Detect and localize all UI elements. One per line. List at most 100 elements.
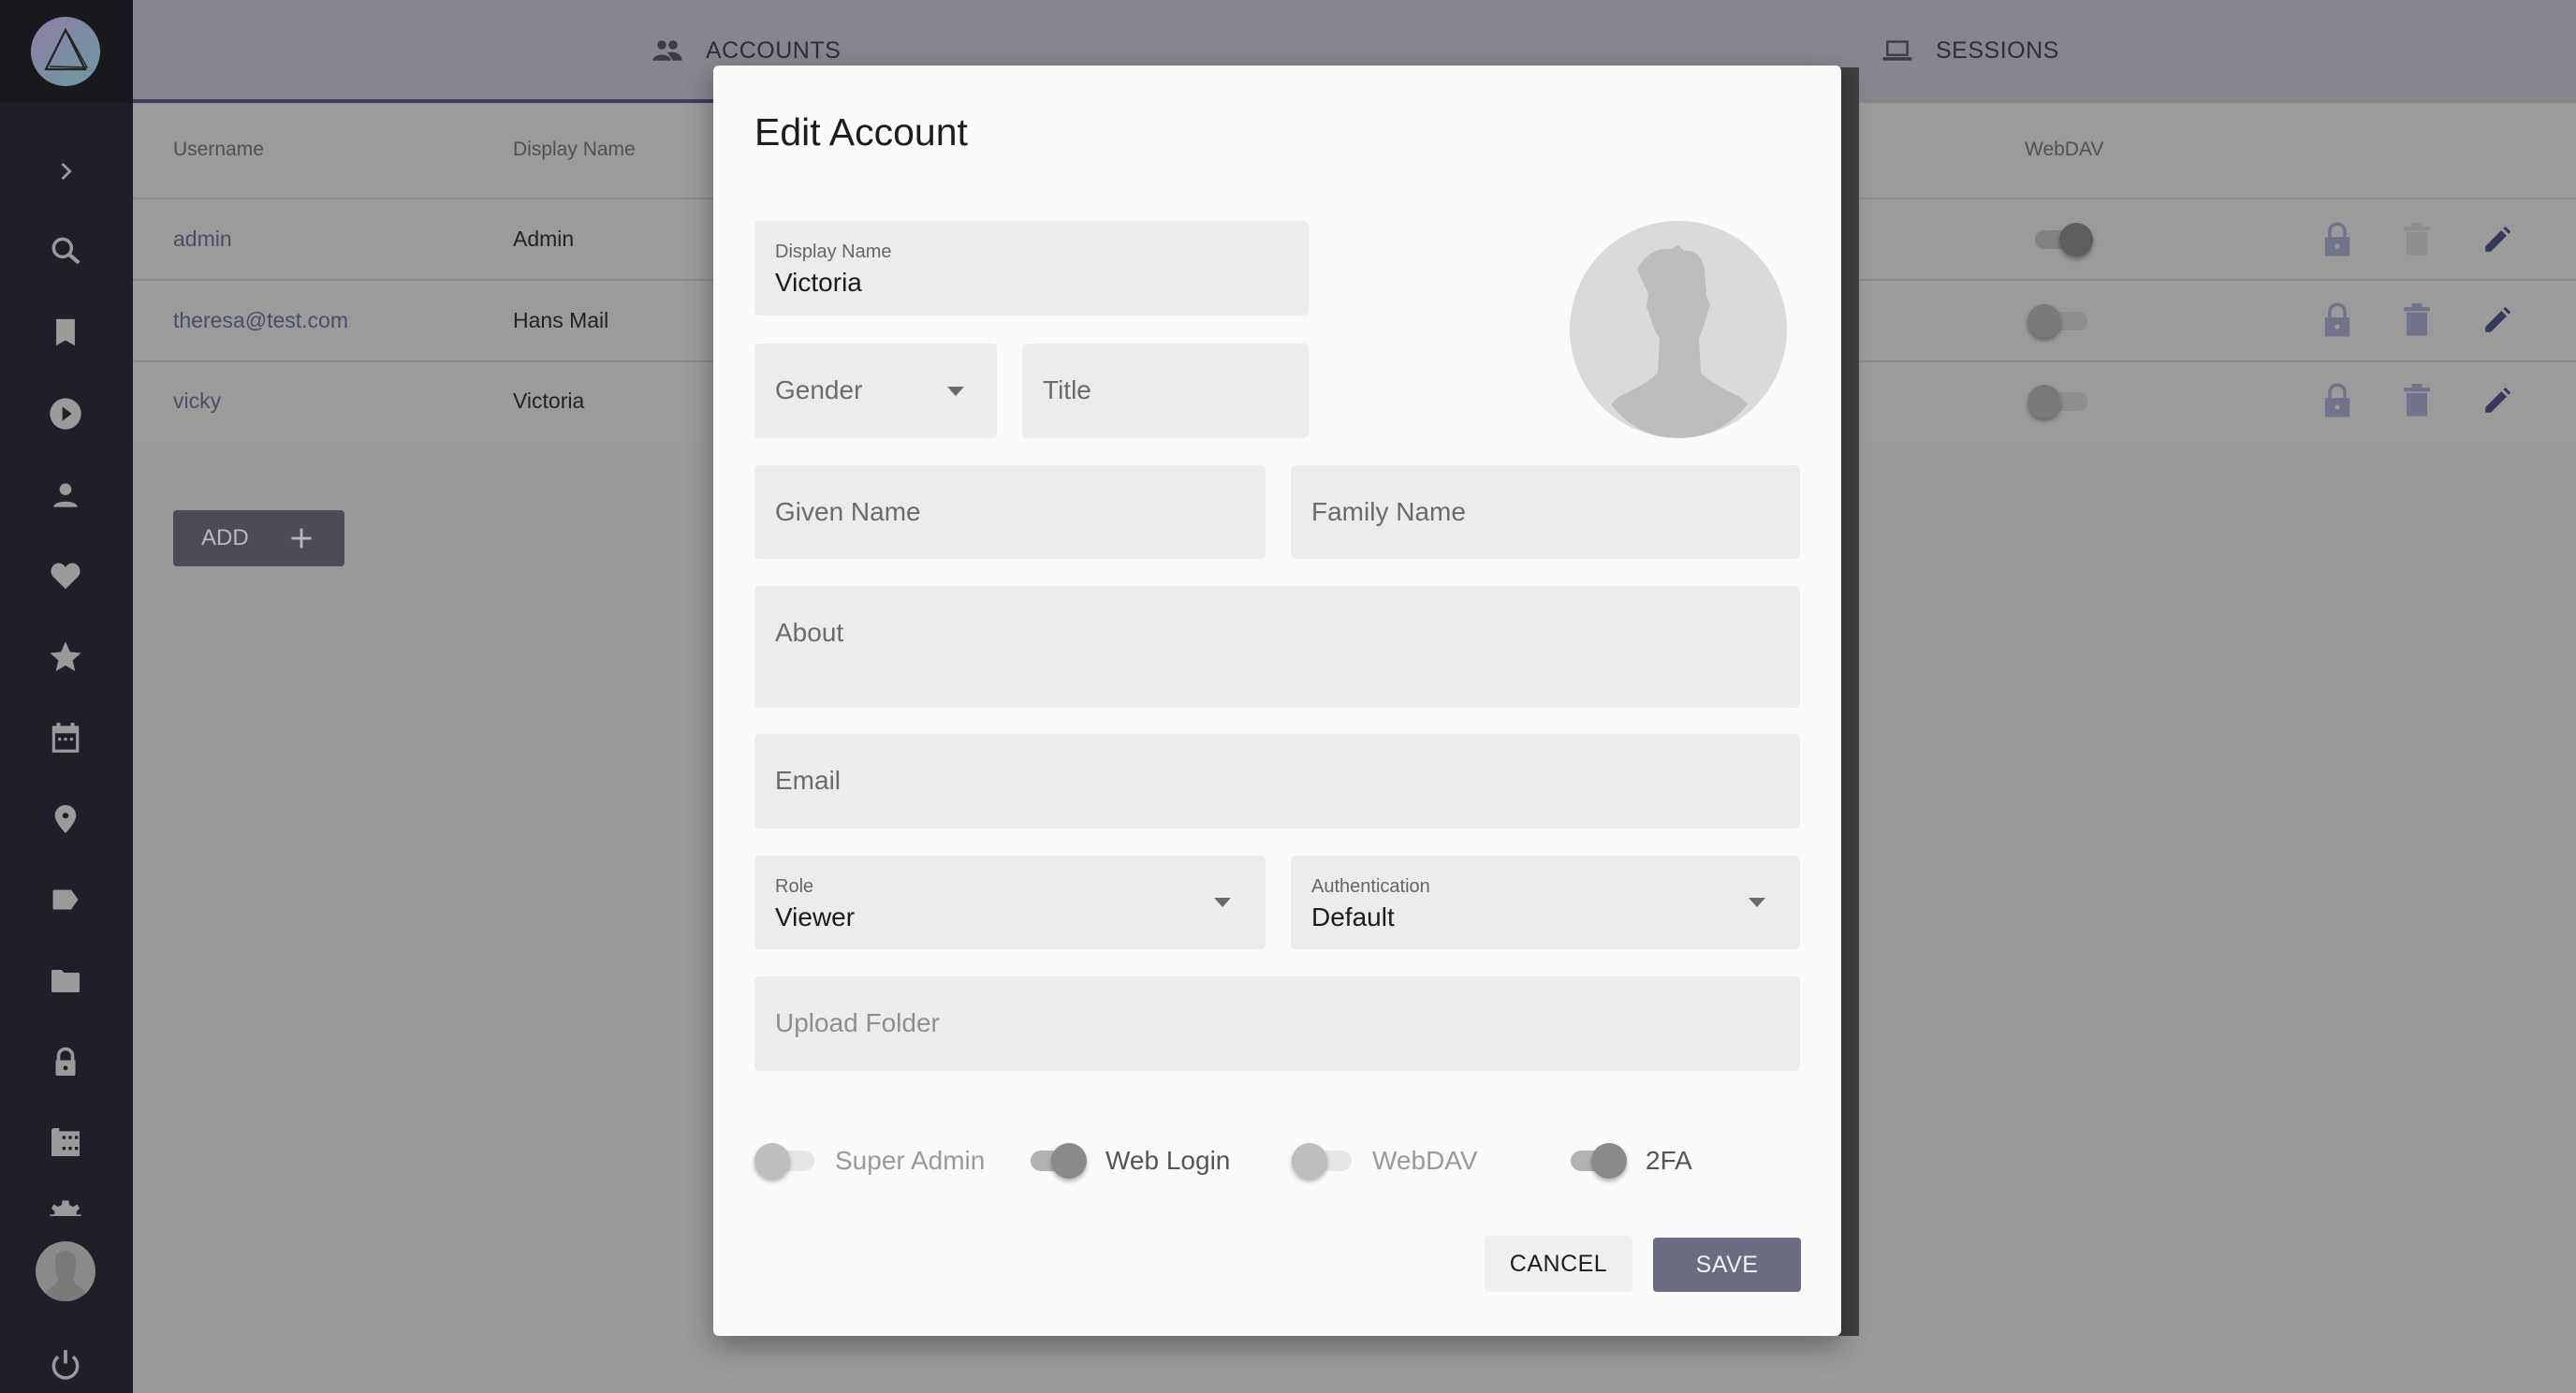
save-button[interactable]: SAVE bbox=[1653, 1238, 1801, 1292]
column-header-display-name[interactable]: Display Name bbox=[513, 139, 636, 161]
logout-button[interactable] bbox=[43, 1342, 88, 1387]
sidebar-item-folders[interactable] bbox=[43, 959, 88, 1004]
role-label: Role bbox=[775, 876, 814, 897]
table-row-display-name: Admin bbox=[513, 227, 575, 251]
given-name-field[interactable]: Given Name bbox=[754, 465, 1266, 559]
gender-select[interactable]: Gender bbox=[754, 344, 997, 438]
avatar-silhouette-icon bbox=[45, 1251, 86, 1301]
pencil-icon bbox=[2485, 306, 2511, 332]
sidebar-item-people[interactable] bbox=[43, 473, 88, 518]
dialog-title: Edit Account bbox=[754, 110, 968, 154]
expand-sidebar-button[interactable] bbox=[43, 149, 88, 194]
delete-button[interactable] bbox=[2398, 301, 2436, 339]
role-select[interactable]: Role Viewer bbox=[754, 856, 1266, 949]
star-icon bbox=[50, 641, 81, 671]
given-name-placeholder: Given Name bbox=[775, 497, 921, 526]
tab-sessions[interactable]: SESSIONS bbox=[1881, 28, 2059, 73]
table-row-username[interactable]: admin bbox=[173, 227, 232, 252]
title-field[interactable]: Title bbox=[1022, 344, 1309, 438]
webdav-switch[interactable]: WebDAV bbox=[1292, 1140, 1478, 1181]
upload-folder-field[interactable]: Upload Folder bbox=[754, 976, 1800, 1071]
power-icon bbox=[51, 1350, 80, 1380]
edit-button[interactable] bbox=[2479, 301, 2516, 339]
family-name-field[interactable]: Family Name bbox=[1291, 465, 1800, 559]
chevron-down-icon bbox=[1214, 898, 1231, 907]
about-placeholder: About bbox=[775, 618, 844, 647]
pencil-icon bbox=[2485, 387, 2511, 413]
pencil-icon bbox=[2485, 226, 2511, 252]
sidebar-item-private[interactable] bbox=[43, 1039, 88, 1084]
triangle-logo-icon bbox=[44, 27, 89, 71]
cancel-button[interactable]: CANCEL bbox=[1485, 1236, 1632, 1292]
delete-button[interactable] bbox=[2398, 382, 2436, 419]
web-login-label: Web Login bbox=[1105, 1146, 1231, 1175]
table-row-display-name: Victoria bbox=[513, 389, 585, 413]
edit-button[interactable] bbox=[2479, 382, 2516, 419]
lock-icon bbox=[55, 1047, 76, 1076]
sidebar-item-moments[interactable] bbox=[43, 635, 88, 680]
edit-button[interactable] bbox=[2479, 221, 2516, 258]
table-row-username[interactable]: theresa@test.com bbox=[173, 308, 348, 333]
logo-area bbox=[0, 0, 133, 103]
people-icon bbox=[652, 40, 682, 61]
app-logo[interactable] bbox=[31, 17, 100, 86]
user-avatar[interactable] bbox=[36, 1241, 95, 1301]
laptop-icon bbox=[1882, 40, 1912, 61]
lock-icon bbox=[2324, 302, 2350, 337]
2fa-switch[interactable]: 2FA bbox=[1565, 1140, 1692, 1181]
trash-icon bbox=[2404, 384, 2430, 417]
authentication-select[interactable]: Authentication Default bbox=[1291, 856, 1800, 949]
email-field[interactable]: Email bbox=[754, 734, 1800, 828]
role-value: Viewer bbox=[775, 902, 856, 931]
sidebar-item-albums[interactable] bbox=[43, 310, 88, 355]
sidebar-item-search[interactable] bbox=[43, 228, 88, 273]
gender-placeholder: Gender bbox=[775, 375, 863, 404]
webdav-toggle[interactable] bbox=[2031, 223, 2093, 257]
chevron-right-icon bbox=[61, 162, 72, 181]
add-account-button[interactable]: ADD bbox=[173, 510, 344, 566]
sidebar-item-settings[interactable] bbox=[43, 1194, 88, 1216]
sidebar-item-videos[interactable] bbox=[43, 391, 88, 436]
display-name-field[interactable]: Display Name Victoria bbox=[754, 221, 1309, 315]
trash-icon bbox=[2404, 223, 2430, 256]
avatar-silhouette-icon bbox=[1611, 245, 1748, 438]
sidebar-item-labels[interactable] bbox=[43, 877, 88, 922]
search-icon bbox=[51, 237, 80, 265]
display-name-value: Victoria bbox=[775, 268, 862, 297]
profile-avatar[interactable] bbox=[1570, 221, 1787, 438]
webdav-toggle[interactable] bbox=[2027, 385, 2091, 418]
super-admin-switch[interactable]: Super Admin bbox=[754, 1140, 985, 1181]
chevron-down-icon bbox=[947, 387, 964, 396]
webdav-toggle[interactable] bbox=[2027, 304, 2091, 338]
tab-sessions-label: SESSIONS bbox=[1936, 37, 2059, 64]
sidebar-item-library[interactable] bbox=[43, 1120, 88, 1165]
web-login-switch[interactable]: Web Login bbox=[1025, 1140, 1230, 1181]
about-field[interactable]: About bbox=[754, 586, 1800, 708]
column-header-webdav: WebDAV bbox=[2025, 139, 2104, 160]
password-button[interactable] bbox=[2319, 221, 2356, 258]
plus-icon bbox=[291, 528, 312, 549]
password-button[interactable] bbox=[2319, 382, 2356, 419]
play-circle-icon bbox=[50, 398, 81, 430]
column-header-username[interactable]: Username bbox=[173, 139, 264, 161]
password-button[interactable] bbox=[2319, 301, 2356, 339]
sidebar-item-favorites[interactable] bbox=[43, 553, 88, 598]
authentication-value: Default bbox=[1311, 902, 1395, 931]
sidebar-item-places[interactable] bbox=[43, 797, 88, 842]
chevron-down-icon bbox=[1749, 898, 1765, 907]
upload-folder-placeholder: Upload Folder bbox=[775, 1008, 940, 1037]
email-placeholder: Email bbox=[775, 766, 842, 795]
lock-icon bbox=[2324, 222, 2350, 257]
webdav-label: WebDAV bbox=[1372, 1146, 1478, 1175]
family-name-placeholder: Family Name bbox=[1311, 497, 1466, 526]
add-button-label: ADD bbox=[201, 525, 249, 550]
map-pin-icon bbox=[54, 805, 77, 833]
label-icon bbox=[52, 889, 79, 910]
trash-icon bbox=[2404, 303, 2430, 336]
calendar-icon bbox=[51, 723, 80, 753]
heart-icon bbox=[51, 563, 80, 590]
table-row-username[interactable]: vicky bbox=[173, 389, 221, 414]
delete-button bbox=[2398, 221, 2436, 258]
sidebar-item-calendar[interactable] bbox=[43, 715, 88, 760]
tab-accounts-label: ACCOUNTS bbox=[706, 37, 842, 64]
